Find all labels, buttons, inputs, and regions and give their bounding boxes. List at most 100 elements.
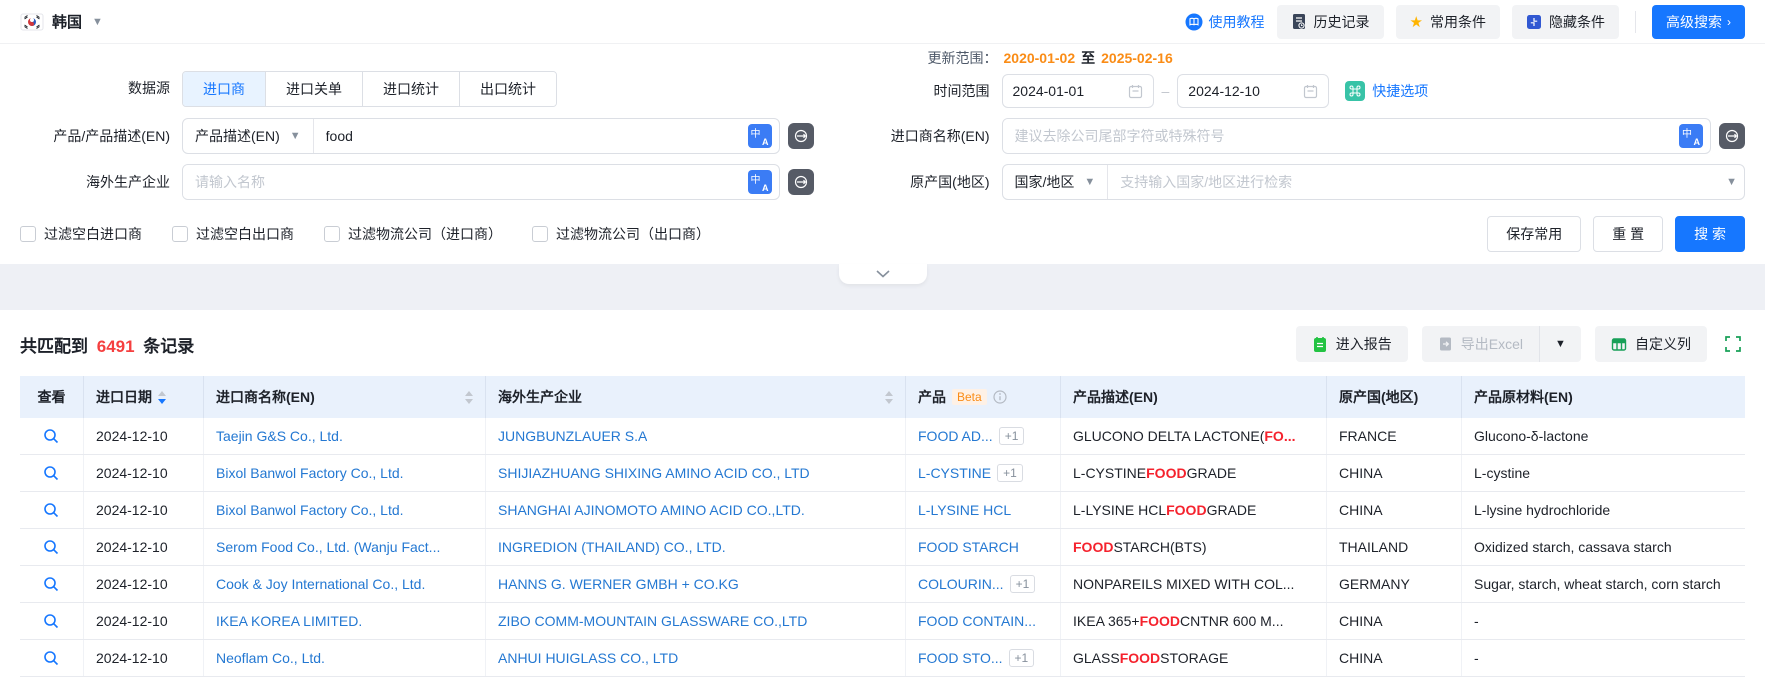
synonym-toggle-icon[interactable] xyxy=(788,169,814,195)
manufacturer-search-input[interactable] xyxy=(183,165,748,199)
plus-count-badge[interactable]: +1 xyxy=(1010,575,1036,593)
export-excel-button[interactable]: 导出Excel xyxy=(1422,326,1539,362)
manufacturer-link[interactable]: HANNS G. WERNER GMBH + CO.KG xyxy=(498,576,739,592)
checkbox-icon xyxy=(172,226,188,242)
translate-icon[interactable]: 中A xyxy=(748,170,772,194)
synonym-toggle-icon[interactable] xyxy=(1719,123,1745,149)
sort-icons[interactable] xyxy=(465,391,473,404)
tutorial-book-icon xyxy=(1185,13,1203,31)
checkbox-filter-logistics-importer[interactable]: 过滤物流公司（进口商） xyxy=(324,224,502,244)
magnifier-icon xyxy=(43,613,60,630)
product-link[interactable]: FOOD STO... xyxy=(918,650,1003,666)
manufacturer-link[interactable]: SHANGHAI AJINOMOTO AMINO ACID CO.,LTD. xyxy=(498,502,805,518)
product-material-cell: L-cystine xyxy=(1462,455,1745,491)
plus-count-badge[interactable]: +1 xyxy=(1009,649,1035,667)
view-record-button[interactable] xyxy=(43,428,60,445)
import-date-cell: 2024-12-10 xyxy=(84,492,204,528)
manufacturer-search-group: 中A xyxy=(182,164,780,200)
export-options-dropdown[interactable]: ▼ xyxy=(1539,326,1581,362)
hide-conditions-button[interactable]: 隐藏条件 xyxy=(1512,5,1619,39)
info-icon[interactable] xyxy=(993,390,1007,404)
custom-columns-button[interactable]: 自定义列 xyxy=(1595,326,1707,362)
reset-button[interactable]: 重 置 xyxy=(1593,216,1663,252)
importer-field-label: 进口商名称(EN) xyxy=(870,126,990,146)
date-to-input[interactable]: 2024-12-10 xyxy=(1177,74,1329,108)
country-selector[interactable]: 韩国 ▼ xyxy=(20,10,103,34)
importer-link[interactable]: IKEA KOREA LIMITED. xyxy=(216,613,362,629)
translate-icon[interactable]: 中A xyxy=(1679,124,1703,148)
checkbox-filter-logistics-exporter[interactable]: 过滤物流公司（出口商） xyxy=(532,224,710,244)
import-date-cell: 2024-12-10 xyxy=(84,640,204,676)
importer-link[interactable]: Bixol Banwol Factory Co., Ltd. xyxy=(216,502,404,518)
plus-count-badge[interactable]: +1 xyxy=(997,464,1023,482)
favorites-button[interactable]: ★ 常用条件 xyxy=(1396,5,1500,39)
panel-divider-band xyxy=(0,264,1765,310)
search-button[interactable]: 搜 索 xyxy=(1675,216,1745,252)
quick-options-button[interactable]: 快捷选项 xyxy=(1345,81,1428,101)
manufacturer-link[interactable]: JUNGBUNZLAUER S.A xyxy=(498,428,647,444)
sort-icons[interactable] xyxy=(885,391,893,404)
sort-icons[interactable] xyxy=(158,391,166,404)
importer-link[interactable]: Neoflam Co., Ltd. xyxy=(216,650,325,666)
beta-badge: Beta xyxy=(952,389,987,405)
table-row: 2024-12-10 Cook & Joy International Co.,… xyxy=(20,566,1745,603)
product-material-cell: - xyxy=(1462,603,1745,639)
view-record-button[interactable] xyxy=(43,465,60,482)
product-link[interactable]: L-LYSINE HCL xyxy=(918,502,1011,518)
tab-importers[interactable]: 进口商 xyxy=(183,72,265,106)
product-link[interactable]: FOOD STARCH xyxy=(918,539,1019,555)
column-header-manufacturer[interactable]: 海外生产企业 xyxy=(486,376,906,418)
origin-type-select[interactable]: 国家/地区 ▼ xyxy=(1003,165,1109,199)
column-header-importer[interactable]: 进口商名称(EN) xyxy=(204,376,486,418)
magnifier-icon xyxy=(43,650,60,667)
plus-count-badge[interactable]: +1 xyxy=(999,427,1025,445)
importer-link[interactable]: Taejin G&S Co., Ltd. xyxy=(216,428,343,444)
tutorial-link[interactable]: 使用教程 xyxy=(1185,12,1265,32)
synonym-toggle-icon[interactable] xyxy=(788,123,814,149)
manufacturer-link[interactable]: SHIJIAZHUANG SHIXING AMINO ACID CO., LTD xyxy=(498,465,810,481)
manufacturer-link[interactable]: ANHUI HUIGLASS CO., LTD xyxy=(498,650,678,666)
product-link[interactable]: L-CYSTINE xyxy=(918,465,991,481)
highlighted-keyword: FOOD xyxy=(1146,465,1186,481)
product-link[interactable]: COLOURIN... xyxy=(918,576,1004,592)
importer-link[interactable]: Serom Food Co., Ltd. (Wanju Fact... xyxy=(216,539,440,555)
save-favorite-button[interactable]: 保存常用 xyxy=(1487,216,1581,252)
view-record-button[interactable] xyxy=(43,576,60,593)
importer-link[interactable]: Bixol Banwol Factory Co., Ltd. xyxy=(216,465,404,481)
view-record-button[interactable] xyxy=(43,650,60,667)
advanced-search-button[interactable]: 高级搜索 › xyxy=(1652,5,1745,39)
importer-search-input[interactable] xyxy=(1003,119,1680,153)
view-record-button[interactable] xyxy=(43,539,60,556)
tab-import-statistics[interactable]: 进口统计 xyxy=(362,72,459,106)
calendar-icon xyxy=(1303,84,1318,99)
product-link[interactable]: FOOD AD... xyxy=(918,428,993,444)
checkbox-filter-blank-importer[interactable]: 过滤空白进口商 xyxy=(20,224,142,244)
column-header-import-date[interactable]: 进口日期 xyxy=(84,376,204,418)
collapse-filter-button[interactable] xyxy=(839,264,927,284)
enter-report-button[interactable]: 进入报告 xyxy=(1296,326,1408,362)
view-record-button[interactable] xyxy=(43,502,60,519)
product-field-label: 产品/产品描述(EN) xyxy=(20,126,170,146)
update-range-to: 2025-02-16 xyxy=(1101,50,1173,66)
view-record-button[interactable] xyxy=(43,613,60,630)
tab-import-declarations[interactable]: 进口关单 xyxy=(265,72,362,106)
fullscreen-button[interactable] xyxy=(1721,332,1745,356)
magnifier-icon xyxy=(43,502,60,519)
checkbox-filter-blank-exporter[interactable]: 过滤空白出口商 xyxy=(172,224,294,244)
origin-country-cell: THAILAND xyxy=(1327,529,1462,565)
product-link[interactable]: FOOD CONTAIN... xyxy=(918,613,1036,629)
tab-export-statistics[interactable]: 出口统计 xyxy=(459,72,556,106)
product-search-input[interactable] xyxy=(314,119,748,153)
date-from-input[interactable]: 2024-01-01 xyxy=(1002,74,1154,108)
history-button[interactable]: 历史记录 xyxy=(1277,5,1384,39)
origin-search-input[interactable] xyxy=(1108,165,1726,199)
report-icon xyxy=(1312,336,1328,353)
import-date-cell: 2024-12-10 xyxy=(84,455,204,491)
translate-icon[interactable]: 中A xyxy=(748,124,772,148)
product-search-type-select[interactable]: 产品描述(EN) ▼ xyxy=(183,119,314,153)
top-actions: 使用教程 历史记录 ★ 常用条件 隐藏条件 高级搜索 › xyxy=(1185,5,1745,39)
korea-flag-icon xyxy=(20,10,44,34)
manufacturer-link[interactable]: INGREDION (THAILAND) CO., LTD. xyxy=(498,539,726,555)
importer-link[interactable]: Cook & Joy International Co., Ltd. xyxy=(216,576,425,592)
manufacturer-link[interactable]: ZIBO COMM-MOUNTAIN GLASSWARE CO.,LTD xyxy=(498,613,807,629)
